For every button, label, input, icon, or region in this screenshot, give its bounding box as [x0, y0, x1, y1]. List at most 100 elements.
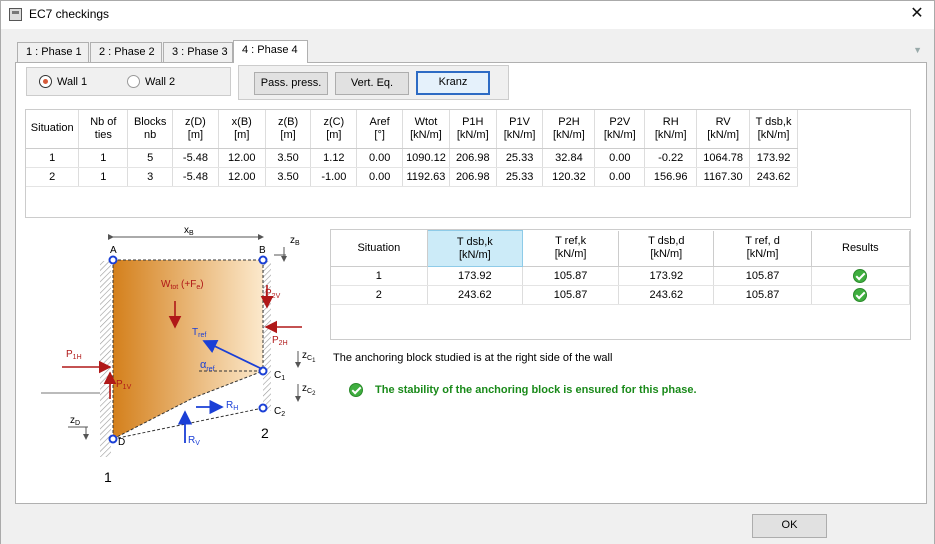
table1-header[interactable]: z(D) [m] — [172, 110, 219, 149]
table2-header-text: T ref,k — [555, 235, 587, 248]
xb-label: xB — [184, 225, 194, 237]
table1-header[interactable]: T dsb,k [kN/m] — [749, 110, 798, 149]
anchoring-block-diagram: xB zB A B C1 C2 D 1 2 Wtot (+Fe) P2V P2H… — [36, 221, 326, 494]
table2-header[interactable]: T ref, d [kN/m] — [713, 230, 812, 267]
table1-header-text: Situation — [30, 122, 74, 135]
label-a: A — [110, 245, 117, 256]
point-b — [258, 255, 268, 265]
table1-header[interactable]: P1V [kN/m] — [496, 110, 544, 149]
table1-header-text: [m] — [280, 128, 296, 141]
table1-header-text: Aref — [369, 115, 390, 128]
label-c2: C2 — [274, 406, 285, 418]
point-d — [108, 434, 118, 444]
table1-header-text: x(B) — [231, 115, 252, 128]
table2-header[interactable]: Results — [811, 230, 911, 267]
tab-dropdown-icon[interactable]: ▼ — [913, 45, 922, 55]
table1-header[interactable]: Situation — [26, 110, 80, 149]
table1-cell: 173.92 — [749, 148, 798, 168]
table1-cell: 3.50 — [265, 167, 312, 187]
table2-header-text: T ref, d — [745, 235, 780, 248]
table1-header[interactable]: z(B) [m] — [265, 110, 312, 149]
table1-cell: 243.62 — [749, 167, 798, 187]
check-ok-icon — [853, 288, 868, 302]
result-cell — [811, 285, 911, 305]
table1-cell: -1.00 — [310, 167, 358, 187]
table1-header-text: P1V — [509, 115, 530, 128]
table1-header-text: P2V — [609, 115, 631, 128]
label-c1: C1 — [274, 370, 285, 382]
table2-cell: 105.87 — [713, 285, 812, 305]
table1-cell: 0.00 — [356, 167, 404, 187]
p2v-label: P2V — [265, 288, 281, 300]
kranz-button[interactable]: Kranz — [416, 71, 490, 95]
check-ok-icon — [349, 383, 363, 397]
close-button[interactable]: ✕ — [904, 3, 930, 25]
zc1-label: zC1 — [302, 350, 316, 364]
table2-header[interactable]: T dsb,k [kN/m] — [426, 230, 523, 267]
table1-cell: 12.00 — [218, 148, 266, 168]
table1-header-text: z(D) — [185, 115, 206, 128]
table1-header-text: [kN/m] — [503, 128, 536, 141]
table2-row[interactable]: 2 243.62 105.87 243.62 105.87 — [331, 285, 911, 305]
table2-row[interactable]: 1 173.92 105.87 173.92 105.87 — [331, 266, 911, 286]
wall-2-shape — [263, 261, 271, 411]
table2-header-text: Results — [842, 241, 879, 254]
tab-phase-4[interactable]: 4 : Phase 4 — [233, 40, 308, 63]
result-message: The stability of the anchoring block is … — [349, 383, 697, 397]
radio-wall-1[interactable]: Wall 1 — [39, 75, 87, 88]
table2-cell: 243.62 — [427, 285, 523, 305]
table1-header[interactable]: RV [kN/m] — [696, 110, 751, 149]
radio-wall-1-label: Wall 1 — [57, 75, 88, 88]
table1-cell: 0.00 — [594, 167, 646, 187]
label-wall-1: 1 — [104, 469, 112, 485]
tab-phase-1[interactable]: 1 : Phase 1 — [17, 42, 89, 62]
table2-header[interactable]: T dsb,d [kN/m] — [618, 230, 715, 267]
table1-cell: 120.32 — [542, 167, 596, 187]
table1-header[interactable]: Blocks nb — [127, 110, 174, 149]
table1-cell: 1 — [78, 148, 129, 168]
table1-header-text: RH — [662, 115, 679, 128]
table1-header-text: [kN/m] — [757, 128, 790, 141]
table1-header[interactable]: z(C) [m] — [310, 110, 358, 149]
table2-cell: 243.62 — [618, 285, 715, 305]
pass-press-button[interactable]: Pass. press. — [254, 72, 328, 95]
table2-header[interactable]: Situation — [331, 230, 428, 267]
result-text: The stability of the anchoring block is … — [375, 384, 697, 396]
table1-cell: -5.48 — [172, 148, 219, 168]
tab-phase-2[interactable]: 2 : Phase 2 — [90, 42, 162, 62]
table1-header-text: [kN/m] — [410, 128, 442, 141]
table1-row[interactable]: 2 1 3 -5.48 12.00 3.50 -1.00 0.00 1192.63 206.98 2… — [26, 167, 798, 187]
table1-cell: 32.84 — [542, 148, 596, 168]
situations-table: Situation Nb of ties Blocks nb z(D) [m] x(B) [m]… — [25, 109, 911, 218]
table1-row[interactable]: 1 1 5 -5.48 12.00 3.50 1.12 0.00 1090.12 206.98 25… — [26, 148, 798, 168]
table2-header[interactable]: T ref,k [kN/m] — [522, 230, 620, 267]
radio-selected-icon — [39, 75, 52, 88]
table1-header-text: [kN/m] — [456, 128, 489, 141]
table1-header-text: Nb of — [90, 115, 117, 128]
table1-header-text: [kN/m] — [553, 128, 585, 141]
wall-group: Wall 1 Wall 2 — [26, 67, 231, 96]
table1-header-text: nb — [144, 128, 157, 141]
ok-button[interactable]: OK — [752, 514, 827, 538]
radio-wall-2[interactable]: Wall 2 — [127, 75, 175, 88]
table2-cell: 173.92 — [427, 266, 523, 286]
table1-header[interactable]: x(B) [m] — [218, 110, 266, 149]
table1-header[interactable]: P1H [kN/m] — [449, 110, 497, 149]
table1-header[interactable]: P2V [kN/m] — [594, 110, 646, 149]
table1-header[interactable]: Aref [°] — [356, 110, 404, 149]
table1-header[interactable]: Wtot [kN/m] — [402, 110, 450, 149]
table1-header[interactable]: Nb of ties — [78, 110, 129, 149]
table1-header-text: [m] — [234, 128, 250, 141]
table1-header-text: z(B) — [277, 115, 299, 128]
table1-cell: 206.98 — [449, 167, 497, 187]
table1-header[interactable]: P2H [kN/m] — [542, 110, 596, 149]
table1-header-text: [m] — [187, 128, 204, 141]
table1-cell: 206.98 — [449, 148, 497, 168]
table2-cell: 105.87 — [713, 266, 812, 286]
vert-eq-button[interactable]: Vert. Eq. — [335, 72, 409, 95]
table2-header-text: [kN/m] — [458, 248, 491, 261]
tab-phase-3[interactable]: 3 : Phase 3 — [163, 42, 233, 62]
table2-header-text: T dsb,d — [648, 235, 685, 248]
table1-cell: 3.50 — [265, 148, 312, 168]
table1-header[interactable]: RH [kN/m] — [644, 110, 698, 149]
